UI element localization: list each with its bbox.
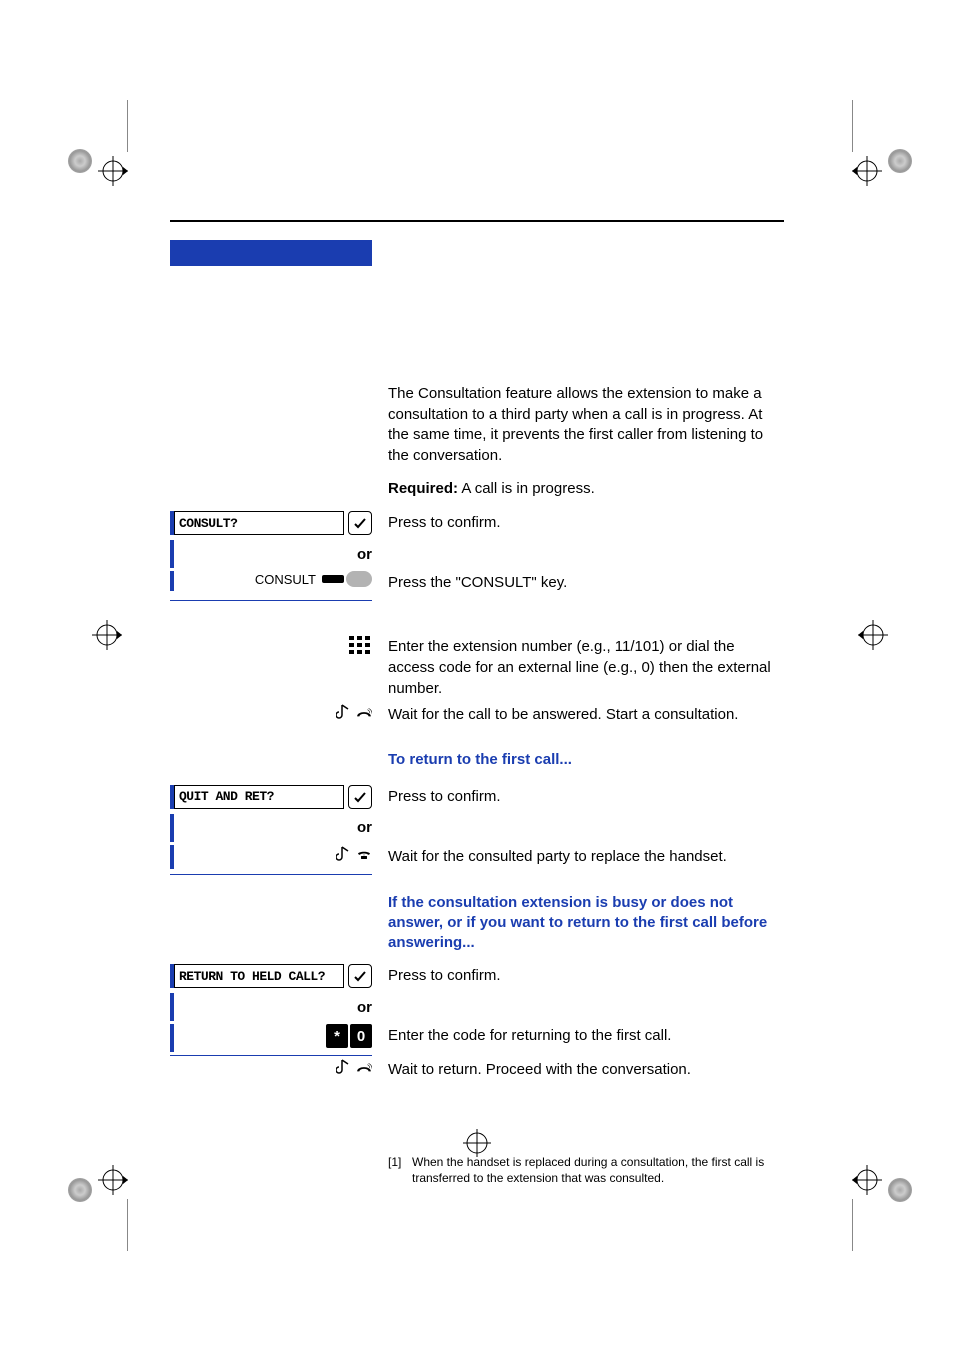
instruction-press-consult: Press the "CONSULT" key. — [388, 571, 784, 594]
registration-target-tl — [68, 149, 92, 173]
display-option-return: RETURN TO HELD CALL? — [174, 964, 344, 988]
footnote: [1] When the handset is replaced during … — [388, 1154, 784, 1186]
display-option-quit: QUIT AND RET? — [174, 785, 344, 809]
crop-line-tl-v — [127, 100, 128, 152]
page-content: The Consultation feature allows the exte… — [170, 220, 784, 1187]
left-crop-arrow — [92, 620, 122, 650]
registration-arrow-br — [852, 1165, 882, 1195]
registration-target-bl — [68, 1178, 92, 1202]
required-label: Required: — [388, 480, 458, 497]
intro-paragraph: The Consultation feature allows the exte… — [388, 384, 784, 467]
programmable-key-icon — [322, 571, 372, 587]
ringtone-handset-icon — [336, 1058, 372, 1078]
footnote-text: When the handset is replaced during a co… — [412, 1154, 784, 1186]
or-label-1: or — [174, 546, 372, 563]
instruction-wait-answered: Wait for the call to be answered. Start … — [388, 703, 784, 726]
instruction-press-confirm-3: Press to confirm. — [388, 964, 784, 987]
instruction-enter-code-return: Enter the code for returning to the firs… — [388, 1024, 784, 1047]
instruction-press-confirm-1: Press to confirm. — [388, 511, 784, 534]
registration-arrow-bl — [98, 1165, 128, 1195]
or-label-3: or — [174, 999, 372, 1016]
subhead-return-first: To return to the first call... — [388, 748, 784, 770]
instruction-press-confirm-2: Press to confirm. — [388, 785, 784, 808]
crop-line-br-v — [852, 1199, 853, 1251]
confirm-button-icon — [348, 964, 372, 988]
section-header-bar — [170, 240, 372, 266]
registration-arrow-tr — [852, 156, 882, 186]
required-text: A call is in progress. — [458, 480, 595, 497]
top-rule — [170, 220, 784, 222]
or-label-2: or — [174, 819, 372, 836]
footnote-number: [1] — [388, 1154, 412, 1186]
crop-line-tr-v — [852, 100, 853, 152]
consult-key-label: CONSULT — [255, 572, 322, 587]
keypad-icon — [348, 635, 372, 660]
confirm-button-icon — [348, 785, 372, 809]
registration-target-tr — [888, 149, 912, 173]
instruction-enter-extension: Enter the extension number (e.g., 11/101… — [388, 635, 784, 699]
instruction-wait-return: Wait to return. Proceed with the convers… — [388, 1058, 784, 1081]
registration-arrow-tl — [98, 156, 128, 186]
zero-key-icon: 0 — [350, 1024, 372, 1048]
right-crop-arrow — [858, 620, 888, 650]
ringtone-hangup-icon — [336, 845, 372, 865]
crop-line-bl-v — [127, 1199, 128, 1251]
subhead-busy: If the consultation extension is busy or… — [388, 891, 784, 954]
ringtone-handset-icon — [336, 703, 372, 723]
instruction-wait-replace: Wait for the consulted party to replace … — [388, 845, 784, 868]
star-key-icon: * — [326, 1024, 348, 1048]
display-option-consult: CONSULT? — [174, 511, 344, 535]
registration-target-br — [888, 1178, 912, 1202]
confirm-button-icon — [348, 511, 372, 535]
required-line: Required: A call is in progress. — [388, 479, 784, 500]
